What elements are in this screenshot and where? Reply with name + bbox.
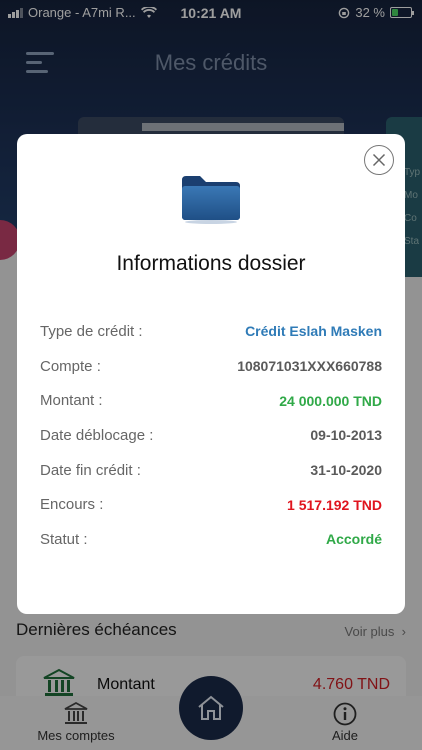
- detail-label: Compte :: [40, 357, 101, 375]
- detail-label: Montant :: [40, 392, 103, 410]
- detail-value: 108071031XXX660788: [237, 358, 382, 375]
- folder-icon: [182, 176, 240, 224]
- detail-row-type: Type de crédit : Crédit Eslah Masken: [40, 314, 382, 349]
- detail-value: 24 000.000 TND: [279, 392, 382, 409]
- detail-value: 1 517.192 TND: [287, 496, 382, 513]
- close-icon: [372, 153, 386, 167]
- detail-row-statut: Statut : Accordé: [40, 522, 382, 557]
- detail-label: Type de crédit :: [40, 322, 143, 340]
- modal-title: Informations dossier: [116, 252, 306, 275]
- detail-row-montant: Montant : 24 000.000 TND: [40, 383, 382, 418]
- dossier-info-modal: Informations dossier Type de crédit : Cr…: [17, 134, 405, 614]
- detail-value: Crédit Eslah Masken: [245, 323, 382, 340]
- detail-label: Encours :: [40, 496, 104, 514]
- detail-value: 09-10-2013: [310, 427, 382, 444]
- detail-value: Accordé: [325, 531, 382, 548]
- detail-label: Date déblocage :: [40, 426, 154, 444]
- detail-row-date-fin: Date fin crédit : 31-10-2020: [40, 453, 382, 488]
- detail-label: Date fin crédit :: [40, 461, 141, 479]
- detail-row-encours: Encours : 1 517.192 TND: [40, 487, 382, 522]
- close-button[interactable]: [364, 145, 394, 175]
- detail-row-date-deblocage: Date déblocage : 09-10-2013: [40, 418, 382, 453]
- detail-label: Statut :: [40, 530, 88, 548]
- detail-value: 31-10-2020: [310, 462, 382, 479]
- dossier-details: Type de crédit : Crédit Eslah Masken Com…: [40, 314, 382, 557]
- detail-row-compte: Compte : 108071031XXX660788: [40, 349, 382, 384]
